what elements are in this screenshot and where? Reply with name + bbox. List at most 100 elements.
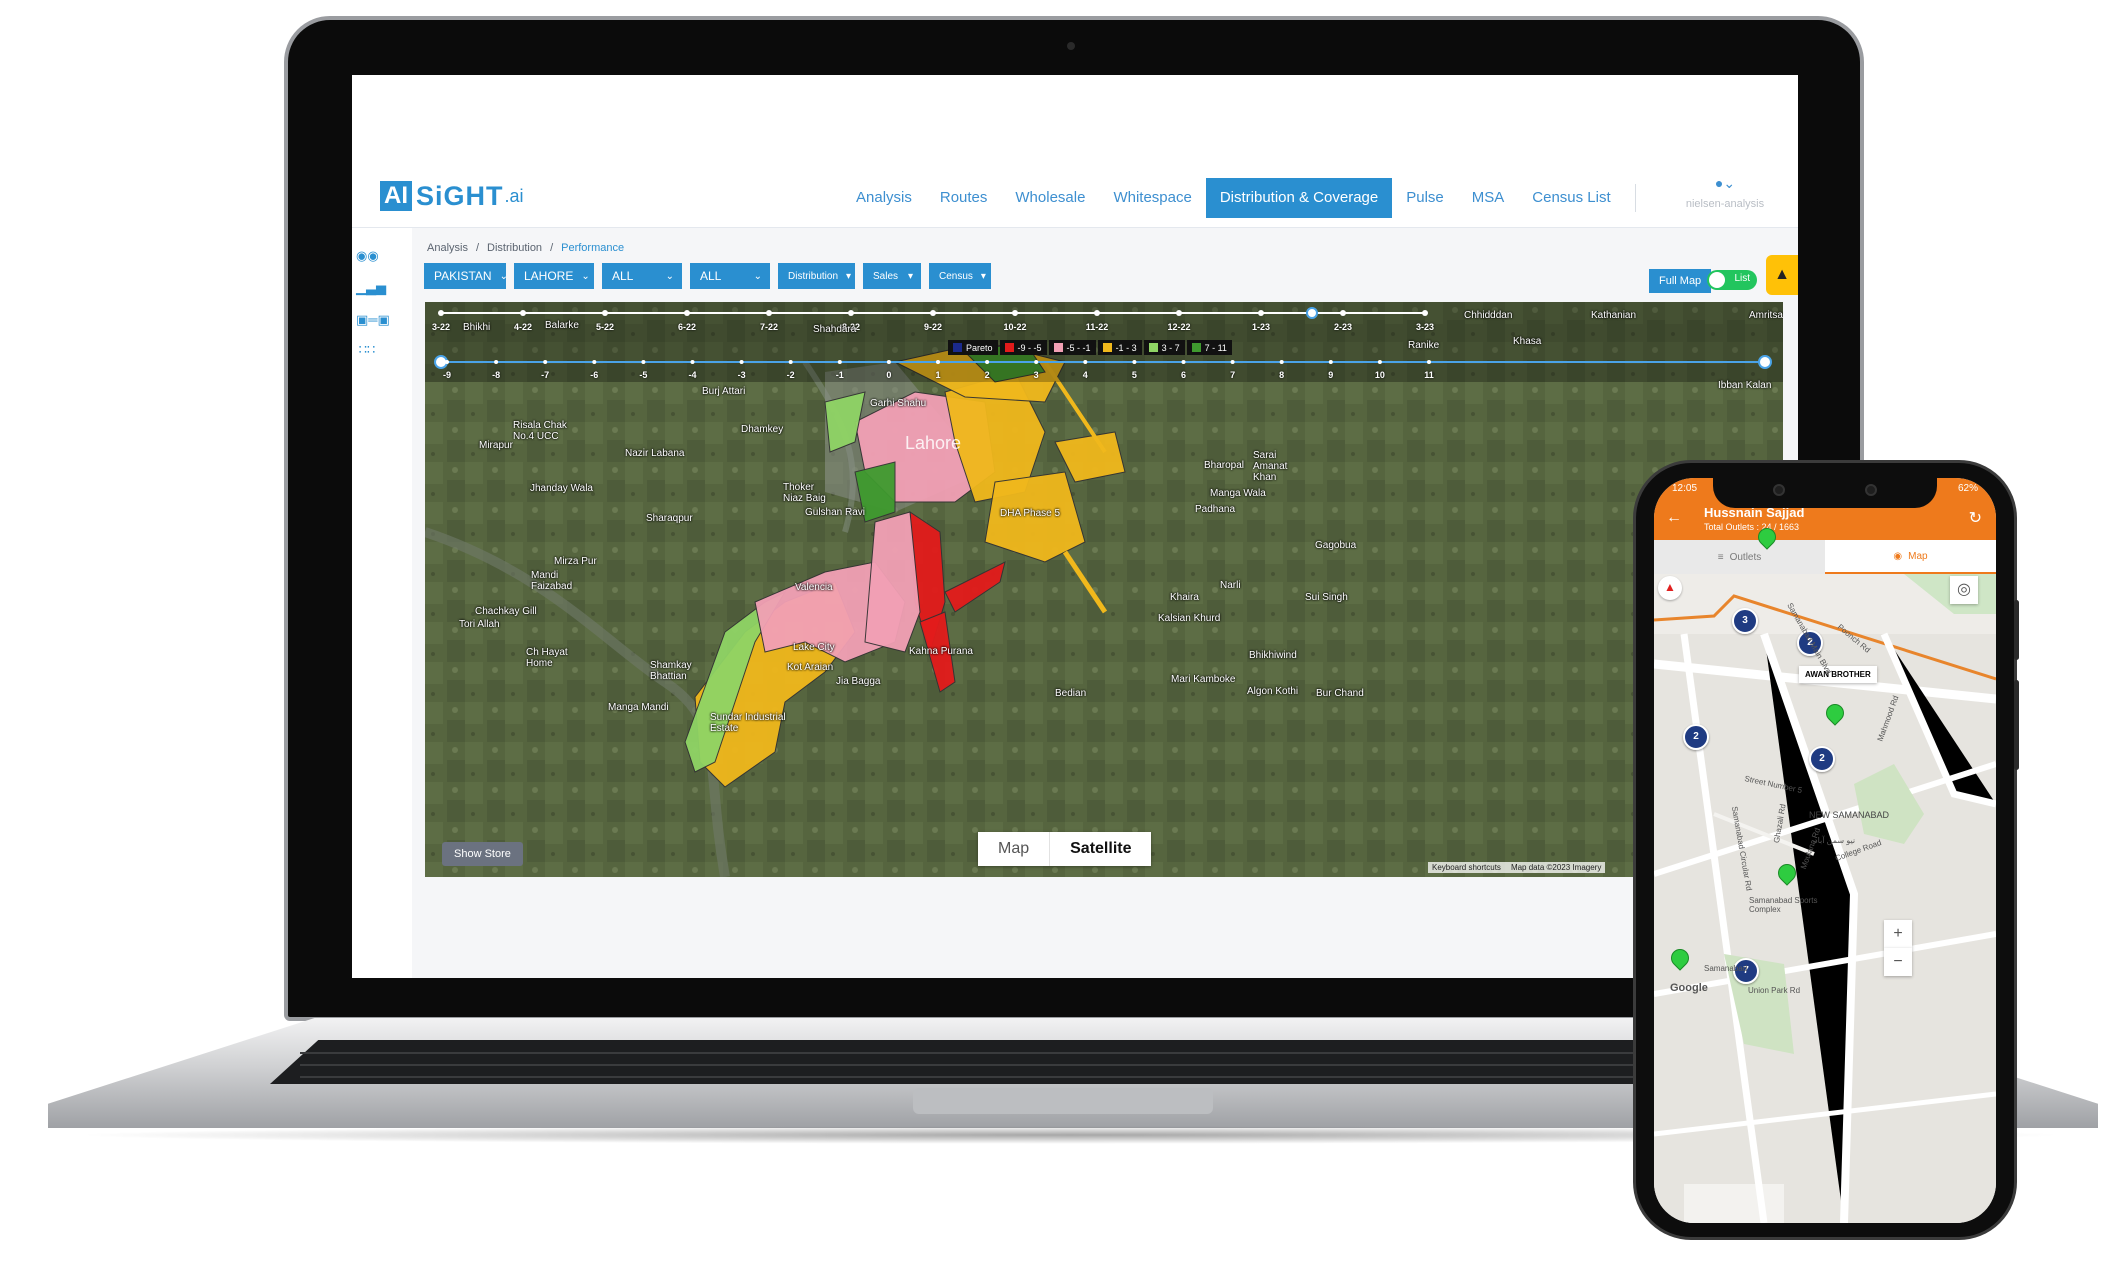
place-label: Chhidddan xyxy=(1464,310,1513,321)
legend-item[interactable]: -5 - -1 xyxy=(1048,340,1096,355)
nav-msa[interactable]: MSA xyxy=(1458,178,1519,218)
refresh-icon[interactable]: ↻ xyxy=(1969,508,1982,528)
area-select-value: ALL xyxy=(700,269,722,283)
user-icon: ●⌄ xyxy=(1714,175,1736,191)
alert-icon[interactable]: ▲ xyxy=(1766,255,1798,295)
list-toggle[interactable]: List xyxy=(1707,270,1757,290)
users-icon[interactable]: ◉◉ xyxy=(356,248,379,264)
timeline-range-label: 3 xyxy=(1033,370,1039,380)
legend-item[interactable]: Pareto xyxy=(948,340,998,355)
place-label: Khaira xyxy=(1170,592,1199,603)
timeline-range-label: 11 xyxy=(1424,370,1434,380)
back-arrow-icon[interactable]: ← xyxy=(1666,509,1682,527)
legend-item[interactable]: -9 - -5 xyxy=(999,340,1047,355)
toggle-knob xyxy=(1709,272,1725,288)
timeline-range-label: -4 xyxy=(688,370,697,380)
nav-analysis[interactable]: Analysis xyxy=(842,178,926,218)
logo-word: SiGHT xyxy=(416,180,504,211)
city-select[interactable]: LAHORE ⌄ xyxy=(514,263,594,289)
outlet-marker[interactable] xyxy=(1671,949,1687,971)
outlet-marker[interactable] xyxy=(1758,528,1774,550)
outlet-cluster[interactable]: 2 xyxy=(1683,724,1709,750)
nav-distribution-coverage[interactable]: Distribution & Coverage xyxy=(1205,178,1393,218)
map-type-control: Map Satellite xyxy=(978,832,1152,866)
place-label: Mirapur xyxy=(479,440,513,451)
compass-icon[interactable]: ▲ xyxy=(1658,576,1682,600)
place-label: Sui Singh xyxy=(1305,592,1348,603)
census-dropdown[interactable]: Census ▾ xyxy=(929,263,991,289)
app-logo[interactable]: AI SiGHT .ai xyxy=(380,179,524,213)
timeline-range-label: -5 xyxy=(639,370,648,380)
distribution-dropdown-label: Distribution xyxy=(788,270,839,282)
nav-routes[interactable]: Routes xyxy=(926,178,1002,218)
status-battery: 62% xyxy=(1957,483,1978,494)
zoom-in-button[interactable]: + xyxy=(1884,920,1912,948)
place-label: Jia Bagga xyxy=(836,676,881,687)
map-type-map-button[interactable]: Map xyxy=(978,832,1049,866)
legend-item[interactable]: -1 - 3 xyxy=(1097,340,1142,355)
place-label: Shahdara xyxy=(813,324,857,335)
timeline-range-label: 2 xyxy=(984,370,990,380)
nav-whitespace[interactable]: Whitespace xyxy=(1099,178,1205,218)
legend-item[interactable]: 7 - 11 xyxy=(1186,340,1232,355)
area-label: NEW SAMANABAD xyxy=(1809,810,1890,820)
show-store-button[interactable]: Show Store xyxy=(442,842,523,866)
place-label: Jhanday Wala xyxy=(530,483,593,494)
full-map-button[interactable]: Full Map xyxy=(1649,269,1712,293)
place-label: Dhamkey xyxy=(741,424,784,435)
keyboard-row xyxy=(300,1076,1850,1078)
tab-outlets[interactable]: ≡ Outlets xyxy=(1654,540,1825,574)
user-menu[interactable]: ●⌄ nielsen-analysis xyxy=(1670,175,1780,210)
keyboard-row xyxy=(300,1064,1850,1066)
country-select[interactable]: PAKISTAN ⌄ xyxy=(424,263,508,289)
chevron-down-icon: ⌄ xyxy=(665,270,674,282)
map-attribution: Keyboard shortcuts Map data ©2023 Imager… xyxy=(1428,862,1606,873)
nav-pulse[interactable]: Pulse xyxy=(1392,178,1458,218)
map-type-satellite-button[interactable]: Satellite xyxy=(1049,832,1151,866)
outlet-cluster[interactable]: 3 xyxy=(1732,608,1758,634)
laptop-trackpad xyxy=(913,1088,1213,1114)
total-outlets: Total Outlets : 24 / 1663 xyxy=(1704,522,1800,532)
area-select[interactable]: ALL ⌄ xyxy=(690,263,770,289)
satellite-map[interactable]: 3-22 4-22 5-22 6-22 7-22 8-22 9-22 10-22 11-22 12… xyxy=(425,302,1783,877)
place-label: Shamkay Bhattian xyxy=(650,660,692,682)
phone-map[interactable]: ◎ ▲ 3 2 2 2 7 AWAN BROTHER Samanabad Spo… xyxy=(1654,574,1996,1223)
city-label-lahore: Lahore xyxy=(905,433,962,453)
place-label: Burj Attari xyxy=(702,386,746,397)
nav-census-list[interactable]: Census List xyxy=(1518,178,1624,218)
tab-map[interactable]: ◉ Map xyxy=(1825,540,1996,574)
device-mockup-stage: AI SiGHT .ai Analysis Routes Wholesale W… xyxy=(0,0,2108,1278)
zoom-out-button[interactable]: − xyxy=(1884,948,1912,976)
distribution-dropdown[interactable]: Distribution ▾ xyxy=(778,263,855,289)
place-label: Kot Araian xyxy=(787,662,834,673)
outlet-callout[interactable]: AWAN BROTHER xyxy=(1799,666,1877,683)
region-select-value: ALL xyxy=(612,269,634,283)
place-label: Kathanian xyxy=(1591,310,1637,321)
breadcrumb-distribution[interactable]: Distribution xyxy=(487,242,542,254)
locate-icon[interactable]: ◎ xyxy=(1950,576,1978,604)
google-logo: Google xyxy=(1670,982,1708,994)
legend-label: 3 - 7 xyxy=(1161,342,1180,353)
bar-chart-icon[interactable]: ▁▃▅ xyxy=(356,280,386,296)
phone-screen: 12:05 62% ← Hussnain Sajjad Total Outlet… xyxy=(1654,478,1996,1223)
timeline-range-label: 8 xyxy=(1279,370,1285,380)
breadcrumb-analysis[interactable]: Analysis xyxy=(427,242,468,254)
outlet-marker[interactable] xyxy=(1778,864,1794,886)
place-label: Manga Mandi xyxy=(608,702,669,713)
sales-dropdown[interactable]: Sales ▾ xyxy=(863,263,921,289)
outlet-cluster[interactable]: 2 xyxy=(1809,746,1835,772)
timeline-range-label: -8 xyxy=(492,370,501,380)
region-select[interactable]: ALL ⌄ xyxy=(602,263,682,289)
grid-icon[interactable]: ∷∷ xyxy=(356,342,378,358)
place-label: Kahna Purana xyxy=(909,646,973,657)
sales-dropdown-label: Sales xyxy=(873,270,899,282)
outlet-marker[interactable] xyxy=(1826,704,1842,726)
keyboard-row xyxy=(300,1052,1850,1054)
tab-outlets-label: Outlets xyxy=(1729,551,1762,563)
timeline-range-label: 10 xyxy=(1374,370,1385,380)
nav-wholesale[interactable]: Wholesale xyxy=(1001,178,1099,218)
network-icon[interactable]: ▣═▣ xyxy=(356,312,390,328)
keyboard-shortcuts-link[interactable]: Keyboard shortcuts xyxy=(1432,863,1501,872)
legend-item[interactable]: 3 - 7 xyxy=(1143,340,1185,355)
place-label: Chachkay Gill xyxy=(475,606,537,617)
